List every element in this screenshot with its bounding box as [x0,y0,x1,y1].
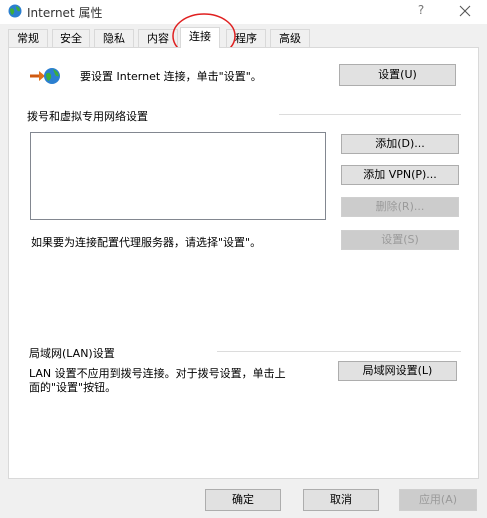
dialup-divider [279,114,461,115]
connect-globe-icon [30,68,60,84]
proxy-instruction: 如果要为连接配置代理服务器，请选择"设置"。 [31,236,262,249]
tab-content[interactable]: 内容 [138,29,178,47]
tab-general[interactable]: 常规 [8,29,48,47]
add-vpn-button[interactable]: 添加 VPN(P)... [341,165,459,185]
lan-settings-button[interactable]: 局域网设置(L) [338,361,457,381]
lan-description-line2: 面的"设置"按钮。 [29,381,117,394]
internet-globe-icon [8,4,22,18]
internet-properties-window: Internet 属性 ? 常规 安全 隐私 内容 连接 程序 高级 要设置 I… [0,0,487,518]
ok-button[interactable]: 确定 [205,489,281,511]
lan-section-label: 局域网(LAN)设置 [29,347,115,360]
tab-security[interactable]: 安全 [52,29,90,47]
cancel-button[interactable]: 取消 [303,489,379,511]
add-connection-button[interactable]: 添加(D)... [341,134,459,154]
proxy-settings-button[interactable]: 设置(S) [341,230,459,250]
setup-button[interactable]: 设置(U) [339,64,456,86]
tab-programs[interactable]: 程序 [226,29,266,47]
help-button[interactable]: ? [411,3,431,21]
tab-connections[interactable]: 连接 [180,27,220,48]
connections-list[interactable] [30,132,326,220]
delete-connection-button[interactable]: 删除(R)... [341,197,459,217]
connections-panel: 要设置 Internet 连接，单击"设置"。 设置(U) 拨号和虚拟专用网络设… [8,47,479,479]
tab-privacy[interactable]: 隐私 [94,29,134,47]
tab-advanced[interactable]: 高级 [270,29,310,47]
close-icon[interactable] [455,1,475,21]
lan-divider [217,351,461,352]
window-title: Internet 属性 [27,6,103,20]
dialup-section-label: 拨号和虚拟专用网络设置 [27,110,148,123]
apply-button[interactable]: 应用(A) [399,489,477,511]
title-bar: Internet 属性 ? [0,0,487,24]
setup-instruction: 要设置 Internet 连接，单击"设置"。 [80,70,262,83]
